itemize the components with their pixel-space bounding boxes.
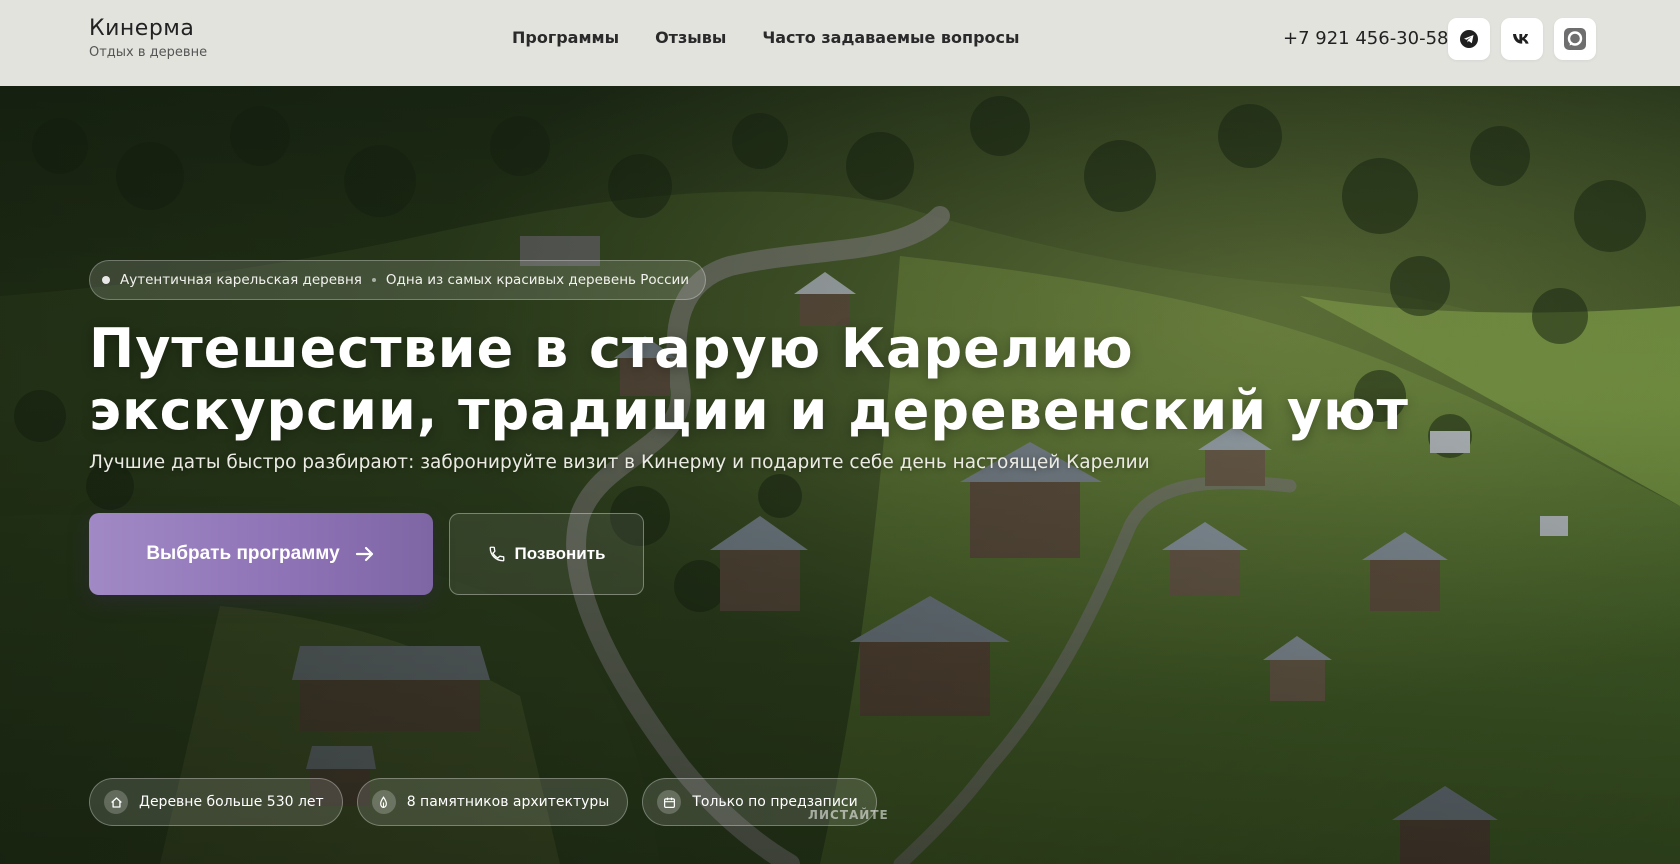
hero-title: Путешествие в старую Карелию экскурсии, …	[89, 318, 1409, 442]
brand-logo[interactable]: Кинерма Отдых в деревне	[89, 16, 207, 60]
telegram-button[interactable]	[1448, 18, 1490, 60]
hero-title-line-2: экскурсии, традиции и деревенский уют	[89, 379, 1409, 442]
hero-title-line-1: Путешествие в старую Карелию	[89, 317, 1134, 380]
hero-section: Аутентичная карельская деревня Одна из с…	[0, 86, 1680, 864]
scroll-hint[interactable]: ЛИСТАЙТЕ	[808, 808, 889, 822]
call-button[interactable]: Позвонить	[449, 513, 644, 595]
feature-label-monuments: 8 памятников архитектуры	[406, 794, 610, 810]
hero-subtitle: Лучшие даты быстро разбирают: забронируй…	[89, 452, 1150, 473]
home-icon	[104, 790, 128, 814]
hero-overlay	[0, 86, 1680, 864]
church-icon	[371, 790, 396, 814]
feature-badge-age: Деревне больше 530 лет	[89, 778, 343, 826]
feature-badge-monuments: 8 памятников архитектуры	[356, 778, 629, 826]
vk-icon	[1513, 34, 1529, 44]
phone-number[interactable]: +7 921 456-30-58	[1283, 28, 1449, 49]
call-button-label: Позвонить	[514, 544, 606, 563]
telegram-icon	[1460, 30, 1478, 48]
calendar-icon	[657, 790, 682, 814]
social-links	[1448, 18, 1596, 60]
choose-program-button[interactable]: Выбрать программу	[89, 513, 433, 595]
nav-link-reviews[interactable]: Отзывы	[655, 28, 726, 47]
brand-subtitle: Отдых в деревне	[89, 45, 208, 60]
max-messenger-icon	[1564, 28, 1586, 50]
tagline-text-1: Аутентичная карельская деревня	[120, 272, 362, 288]
hero-tagline: Аутентичная карельская деревня Одна из с…	[89, 260, 707, 300]
nav-link-programs[interactable]: Программы	[512, 28, 619, 47]
site-header: Кинерма Отдых в деревне Программы Отзывы…	[0, 0, 1680, 86]
choose-program-label: Выбрать программу	[146, 543, 340, 564]
max-messenger-button[interactable]	[1554, 18, 1596, 60]
main-nav: Программы Отзывы Часто задаваемые вопрос…	[512, 28, 1019, 47]
phone-icon	[489, 546, 504, 562]
brand-name: Кинерма	[89, 16, 195, 41]
arrow-right-icon	[355, 546, 373, 562]
feature-label-age: Деревне больше 530 лет	[139, 794, 324, 810]
tagline-dot-icon	[102, 276, 110, 284]
tagline-text-2: Одна из самых красивых деревень России	[385, 272, 690, 288]
vk-button[interactable]	[1501, 18, 1543, 60]
nav-link-faq[interactable]: Часто задаваемые вопросы	[762, 28, 1019, 47]
feature-badges: Деревне больше 530 лет 8 памятников архи…	[89, 778, 877, 826]
tagline-separator-icon	[371, 278, 376, 282]
